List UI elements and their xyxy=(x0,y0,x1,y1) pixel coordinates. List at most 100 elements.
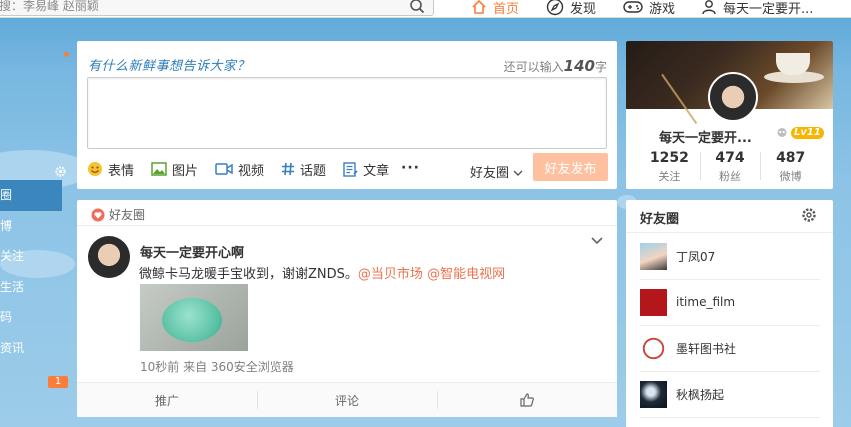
comment-button[interactable]: 评论 xyxy=(257,383,437,417)
nav-discover[interactable]: 发现 xyxy=(546,0,596,17)
sidebar-item-follow[interactable]: 关注 xyxy=(0,241,70,272)
nav-games-label: 游戏 xyxy=(649,1,676,17)
post-meta: 10秒前 来自 360安全浏览器 xyxy=(140,360,294,374)
post-body: 微鲸卡马龙暖手宝收到，谢谢ZNDS。 xyxy=(139,267,358,282)
feed-header: 好友圈 xyxy=(91,206,145,223)
visibility-label: 好友圈 xyxy=(470,166,510,181)
profile-card: 每天一定要开... Lv11 1252 关注 474 粉丝 487 微博 xyxy=(626,41,833,189)
friends-circle-title: 好友圈 xyxy=(640,212,680,227)
image-icon xyxy=(151,162,167,176)
friend-avatar xyxy=(640,242,667,270)
friend-avatar xyxy=(640,288,667,316)
comment-label: 评论 xyxy=(334,393,359,408)
profile-stats: 1252 关注 474 粉丝 487 微博 xyxy=(639,150,821,184)
nav-user-label: 每天一定要开... xyxy=(723,1,814,17)
sidebar-item-life[interactable]: 生活 xyxy=(0,272,70,303)
friend-item[interactable]: itime_film xyxy=(640,279,820,326)
article-icon xyxy=(343,161,358,177)
char-limit: 还可以输入140字 xyxy=(504,57,607,75)
hand-warmer-photo xyxy=(162,298,222,342)
home-icon xyxy=(472,0,486,14)
profile-level[interactable]: Lv11 xyxy=(776,127,824,139)
skull-icon xyxy=(777,128,787,137)
profile-name[interactable]: 每天一定要开... xyxy=(659,127,752,146)
stat-value: 474 xyxy=(715,150,745,166)
composer-prompt: 有什么新鲜事想告诉大家？ xyxy=(88,59,251,74)
stat-label: 微博 xyxy=(779,170,802,183)
emoji-label: 表情 xyxy=(108,163,135,179)
hashtag-icon xyxy=(282,162,295,176)
post-textarea[interactable] xyxy=(87,77,607,149)
topic-label: 话题 xyxy=(300,163,327,179)
friends-circle-card: 好友圈 丁凤07 itime_film 墨轩图书社 秋枫扬起 xyxy=(626,200,833,427)
mention-link[interactable]: @智能电视网 xyxy=(427,267,505,282)
article-button[interactable]: 文章 xyxy=(343,160,389,179)
image-button[interactable]: 图片 xyxy=(151,160,198,179)
friend-avatar xyxy=(640,380,667,408)
friend-name: 丁凤07 xyxy=(676,249,716,264)
nav-home[interactable]: 首页 xyxy=(471,0,519,17)
nav-user[interactable]: 每天一定要开... xyxy=(701,0,813,17)
repost-button[interactable]: 推广 xyxy=(77,383,257,417)
sidebar-item-news[interactable]: 资讯 xyxy=(0,333,70,364)
stat-followers[interactable]: 474 粉丝 xyxy=(699,150,761,184)
char-limit-number: 140 xyxy=(563,57,595,75)
sidebar-item-weibo[interactable]: 博 xyxy=(0,211,70,242)
search-input[interactable]: 搜：李易峰 赵丽颖 xyxy=(0,0,99,15)
article-label: 文章 xyxy=(363,163,390,179)
nav-discover-label: 发现 xyxy=(570,1,597,17)
nav-home-label: 首页 xyxy=(493,1,520,17)
post-composer: 有什么新鲜事想告诉大家？ 还可以输入140字 表情 图片 视频 话题 文章 ··… xyxy=(77,41,617,189)
like-button[interactable] xyxy=(437,383,617,417)
publish-button[interactable]: 好友发布 xyxy=(533,153,608,181)
top-navigation-bar: 搜：李易峰 赵丽颖 首页 发现 游戏 每天一定要开... xyxy=(0,0,851,18)
post-text: 微鲸卡马龙暖手宝收到，谢谢ZNDS。@当贝市场 @智能电视网 xyxy=(139,263,505,282)
video-icon xyxy=(215,163,233,175)
video-button[interactable]: 视频 xyxy=(215,160,264,179)
friend-name: 秋枫扬起 xyxy=(676,387,725,402)
post-image-thumbnail[interactable] xyxy=(140,284,248,351)
level-badge: Lv11 xyxy=(791,127,824,139)
emoji-button[interactable]: 表情 xyxy=(87,160,134,179)
gear-icon[interactable] xyxy=(54,165,67,178)
left-sidebar: 圈 博 关注 生活 码 资讯 xyxy=(0,180,70,363)
cover-decoration xyxy=(776,53,810,75)
emoji-icon xyxy=(88,162,102,176)
nav-games[interactable]: 游戏 xyxy=(623,0,675,17)
friend-item[interactable]: 秋枫扬起 xyxy=(640,371,820,418)
friend-name: 墨轩图书社 xyxy=(676,341,737,356)
user-icon xyxy=(702,0,716,15)
topic-button[interactable]: 话题 xyxy=(281,160,326,179)
post-action-bar: 推广 评论 xyxy=(77,382,617,417)
stat-posts[interactable]: 487 微博 xyxy=(760,150,821,184)
stat-following[interactable]: 1252 关注 xyxy=(639,150,700,184)
sidebar-item-circle[interactable]: 圈 xyxy=(0,180,62,211)
char-limit-suffix: 字 xyxy=(594,60,607,74)
friend-name: itime_film xyxy=(676,295,736,309)
more-tools-button[interactable]: ··· xyxy=(401,160,420,176)
compass-icon xyxy=(546,0,564,16)
image-label: 图片 xyxy=(172,163,199,179)
thumbs-up-icon xyxy=(520,393,534,407)
search-box[interactable]: 搜：李易峰 赵丽颖 xyxy=(0,0,434,16)
composer-toolbar: 表情 图片 视频 话题 文章 xyxy=(87,159,406,179)
gear-icon[interactable] xyxy=(801,207,817,223)
profile-avatar[interactable] xyxy=(708,72,758,122)
sidebar-item-code[interactable]: 码 xyxy=(0,302,70,333)
post-author-name[interactable]: 每天一定要开心啊 xyxy=(140,242,244,261)
friend-item[interactable]: 墨轩图书社 xyxy=(640,325,820,372)
search-icon[interactable] xyxy=(409,0,425,14)
char-limit-prefix: 还可以输入 xyxy=(503,60,564,74)
mention-link[interactable]: @当贝市场 xyxy=(358,267,423,282)
gamepad-icon xyxy=(623,1,643,13)
friend-item[interactable]: 丁凤07 xyxy=(640,233,820,280)
stat-value: 487 xyxy=(776,150,806,166)
heart-icon xyxy=(91,208,105,221)
visibility-dropdown[interactable]: 好友圈 xyxy=(470,162,523,181)
stat-label: 关注 xyxy=(658,170,681,183)
chevron-down-icon xyxy=(513,170,523,176)
post-author-avatar[interactable] xyxy=(88,236,130,278)
feed-header-label: 好友圈 xyxy=(109,208,146,222)
friend-avatar xyxy=(640,334,667,362)
chevron-down-icon[interactable] xyxy=(590,236,604,246)
